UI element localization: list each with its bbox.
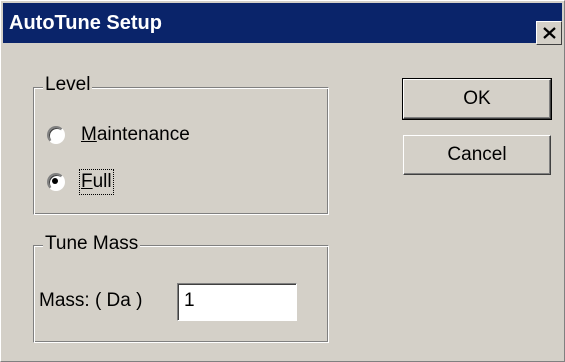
level-groupbox — [33, 87, 329, 215]
maintenance-label-rest: aintenance — [96, 124, 190, 145]
window-title: AutoTune Setup — [9, 12, 162, 34]
maintenance-mnemonic: M — [81, 124, 97, 145]
full-radio-selected-dot — [52, 178, 58, 184]
tune-mass-group-title: Tune Mass — [43, 233, 141, 255]
close-button[interactable] — [536, 21, 562, 45]
level-group-title: Level — [43, 74, 93, 96]
close-icon — [543, 27, 556, 39]
full-label-rest: ull — [92, 171, 112, 192]
full-radio[interactable] — [47, 173, 65, 191]
ok-button[interactable]: OK — [402, 78, 552, 120]
autotune-setup-dialog: AutoTune Setup Level Maintenance Full Tu… — [0, 0, 565, 362]
cancel-button[interactable]: Cancel — [403, 135, 551, 175]
full-radio-label[interactable]: Full — [79, 169, 114, 195]
full-mnemonic: F — [81, 171, 93, 192]
maintenance-radio[interactable] — [47, 126, 65, 144]
mass-input[interactable]: 1 — [177, 283, 297, 321]
maintenance-radio-label[interactable]: Maintenance — [81, 124, 190, 146]
title-bar[interactable]: AutoTune Setup — [3, 3, 562, 45]
mass-label: Mass: ( Da ) — [39, 290, 143, 311]
